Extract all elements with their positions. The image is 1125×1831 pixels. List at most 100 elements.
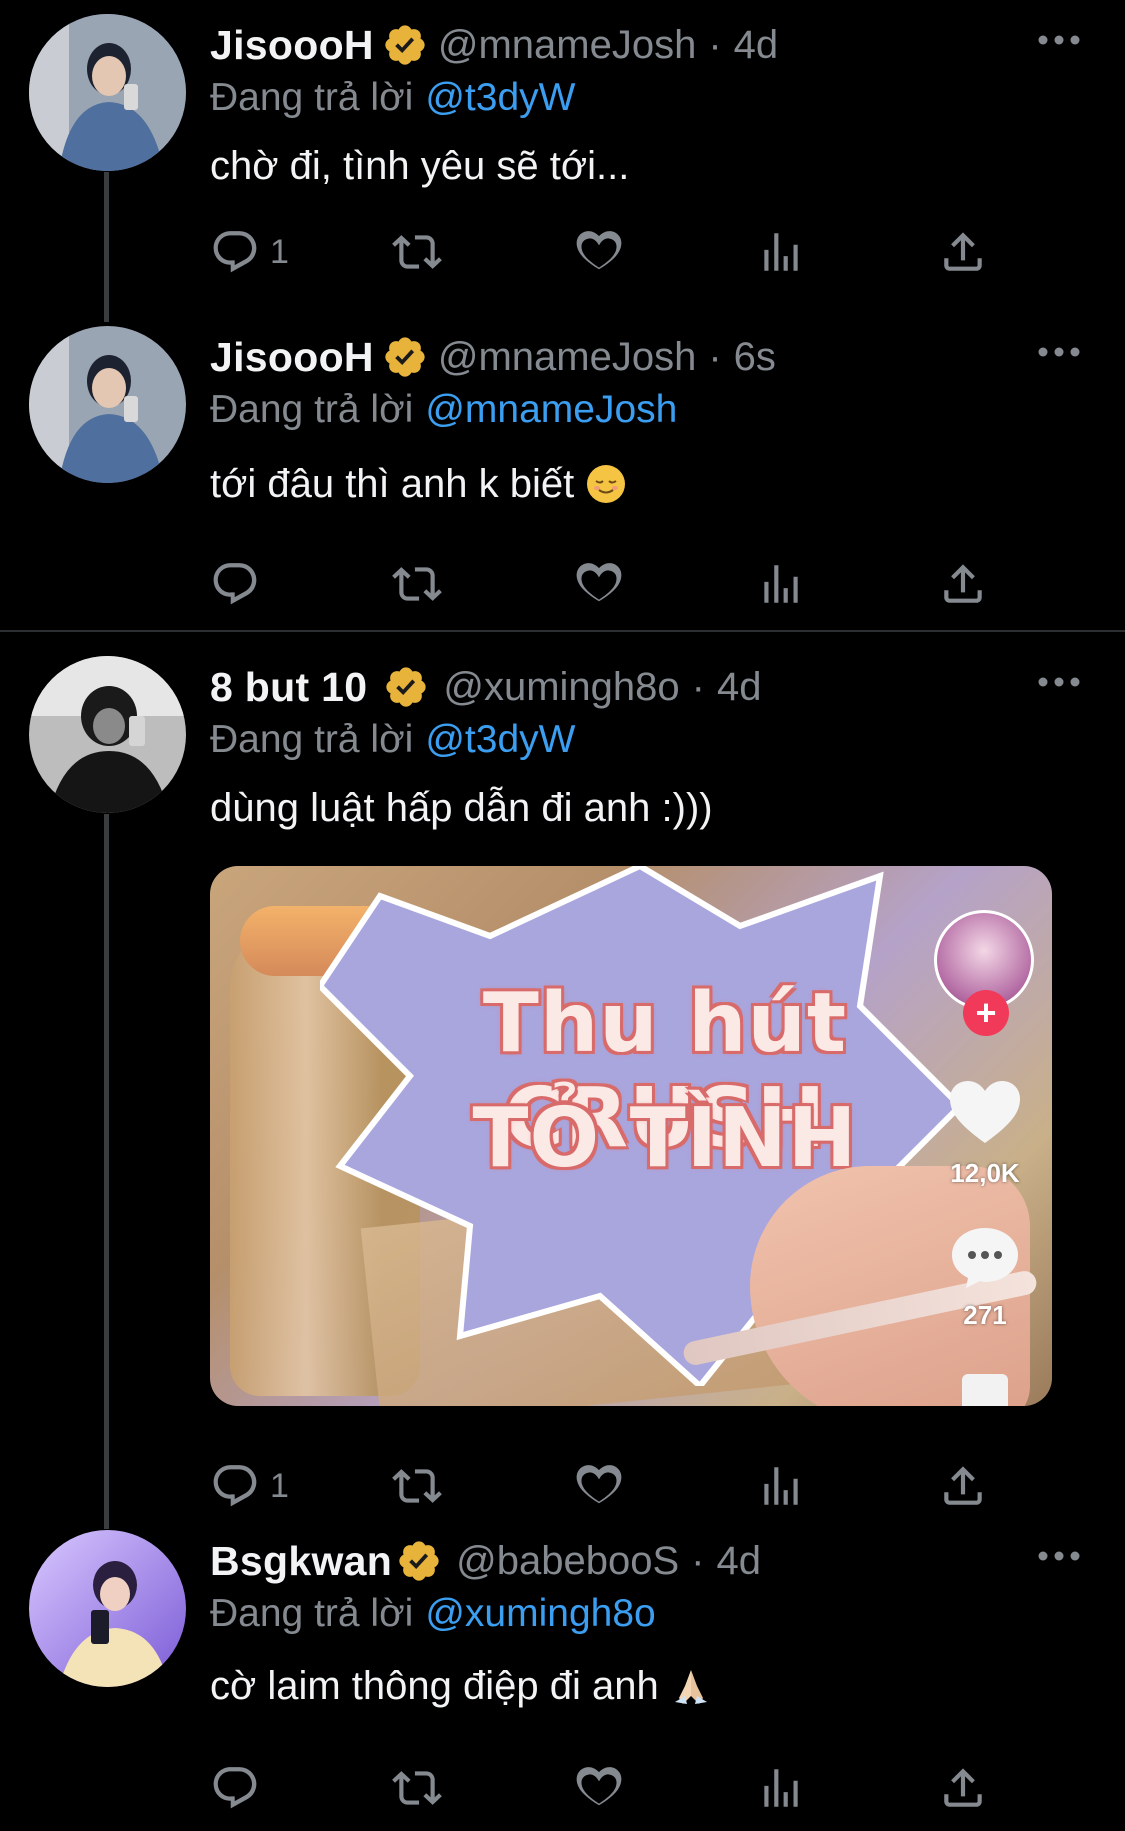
reply-icon (210, 227, 260, 277)
tweet-header: JisoooH @mnameJosh · 4d (210, 16, 1085, 74)
timestamp[interactable]: 4d (717, 667, 762, 707)
reply-button[interactable]: 1 (210, 222, 289, 282)
relieved-face-emoji-icon (587, 465, 626, 503)
share-icon (938, 1763, 988, 1813)
tweet-text-content: chờ đi, tình yêu sẽ tới... (210, 143, 630, 188)
display-name[interactable]: Bsgkwan (210, 1540, 392, 1582)
tweet-header: Bsgkwan @babebooS · 4d (210, 1532, 1085, 1590)
reply-icon (210, 1461, 260, 1511)
video-like-icon (950, 1081, 1020, 1143)
more-icon[interactable] (1033, 1536, 1085, 1576)
action-bar (210, 1758, 1010, 1818)
tweet-text: cờ laim thông điệp đi anh (210, 1660, 1085, 1712)
handle[interactable]: @babebooS (456, 1541, 679, 1581)
retweet-icon (392, 1461, 442, 1511)
tweet-text-content: cờ laim thông điệp đi anh (210, 1663, 659, 1708)
reply-mention[interactable]: @mnameJosh (425, 388, 677, 432)
tweet-header: 8 but 10 @xumingh8o · 4d (210, 658, 1085, 716)
reply-prefix: Đang trả lời (210, 388, 414, 431)
like-button[interactable] (574, 1456, 624, 1516)
views-button[interactable] (756, 554, 806, 614)
separator: · (708, 23, 722, 67)
reply-context: Đang trả lời @mnameJosh (210, 386, 1085, 434)
verified-badge-icon (396, 1538, 442, 1584)
like-icon (574, 227, 624, 277)
views-icon (756, 1763, 806, 1813)
retweet-button[interactable] (392, 222, 442, 282)
share-icon (938, 1461, 988, 1511)
thread-line (104, 172, 109, 322)
share-icon (938, 559, 988, 609)
handle[interactable]: @mnameJosh (438, 25, 696, 65)
reply-context: Đang trả lời @t3dyW (210, 74, 1085, 122)
retweet-button[interactable] (392, 1456, 442, 1516)
video-comment-icon (952, 1228, 1018, 1288)
reply-prefix: Đang trả lời (210, 718, 414, 761)
tweet-text: dùng luật hấp dẫn đi anh :))) (210, 782, 1085, 834)
retweet-icon (392, 227, 442, 277)
tweet[interactable]: JisoooH @mnameJosh · 6s Đang trả lời @mn… (0, 310, 1125, 630)
more-icon[interactable] (1033, 332, 1085, 372)
tweet-text: chờ đi, tình yêu sẽ tới... (210, 140, 1085, 192)
share-button[interactable] (938, 554, 988, 614)
reply-mention[interactable]: @xumingh8o (425, 1592, 655, 1636)
action-bar (210, 554, 1010, 614)
folded-hands-emoji-icon (674, 1670, 707, 1704)
tweet-header: JisoooH @mnameJosh · 6s (210, 328, 1085, 386)
retweet-icon (392, 1763, 442, 1813)
avatar[interactable] (29, 326, 186, 483)
verified-badge-icon (382, 334, 428, 380)
reply-button[interactable] (210, 1758, 260, 1818)
video-thumbnail[interactable]: Thu hút CRUSH TỎ TÌNH + 12,0K 271 (210, 866, 1052, 1406)
share-button[interactable] (938, 222, 988, 282)
thread-line (104, 814, 109, 1529)
display-name[interactable]: JisoooH (210, 336, 374, 378)
video-comment-count: 271 (963, 1300, 1007, 1330)
timestamp[interactable]: 4d (734, 25, 779, 65)
display-name[interactable]: 8 but 10 (210, 666, 367, 708)
thread-divider (0, 630, 1125, 632)
retweet-button[interactable] (392, 1758, 442, 1818)
views-button[interactable] (756, 222, 806, 282)
tweet-text: tới đâu thì anh k biết (210, 458, 1085, 510)
reply-icon (210, 559, 260, 609)
tweet[interactable]: JisoooH @mnameJosh · 4d Đang trả lời @t3… (0, 0, 1125, 322)
more-icon[interactable] (1033, 662, 1085, 702)
separator: · (708, 335, 722, 379)
separator: · (691, 1539, 705, 1583)
share-button[interactable] (938, 1456, 988, 1516)
tweet-text-content: tới đâu thì anh k biết (210, 461, 575, 506)
retweet-icon (392, 559, 442, 609)
action-bar: 1 (210, 1456, 1010, 1516)
handle[interactable]: @mnameJosh (438, 337, 696, 377)
avatar[interactable] (29, 1530, 186, 1687)
reply-button[interactable]: 1 (210, 1456, 289, 1516)
more-icon[interactable] (1033, 20, 1085, 60)
display-name[interactable]: JisoooH (210, 24, 374, 66)
reply-button[interactable] (210, 554, 260, 614)
like-icon (574, 1461, 624, 1511)
avatar[interactable] (29, 656, 186, 813)
reply-mention[interactable]: @t3dyW (425, 718, 575, 762)
video-bookmark-icon (962, 1374, 1008, 1406)
follow-plus-icon: + (963, 990, 1009, 1036)
retweet-button[interactable] (392, 554, 442, 614)
reply-mention[interactable]: @t3dyW (425, 76, 575, 120)
timestamp[interactable]: 6s (734, 337, 776, 377)
reply-prefix: Đang trả lời (210, 1592, 414, 1635)
video-like-count: 12,0K (950, 1158, 1020, 1188)
handle[interactable]: @xumingh8o (443, 667, 679, 707)
reply-count: 1 (270, 232, 289, 271)
views-icon (756, 1461, 806, 1511)
share-button[interactable] (938, 1758, 988, 1818)
reply-count: 1 (270, 1466, 289, 1505)
avatar[interactable] (29, 14, 186, 171)
timestamp[interactable]: 4d (716, 1541, 761, 1581)
like-icon (574, 559, 624, 609)
like-button[interactable] (574, 222, 624, 282)
like-button[interactable] (574, 1758, 624, 1818)
views-button[interactable] (756, 1758, 806, 1818)
tweet[interactable]: Bsgkwan @babebooS · 4d Đang trả lời @xum… (0, 1530, 1125, 1831)
views-button[interactable] (756, 1456, 806, 1516)
like-button[interactable] (574, 554, 624, 614)
